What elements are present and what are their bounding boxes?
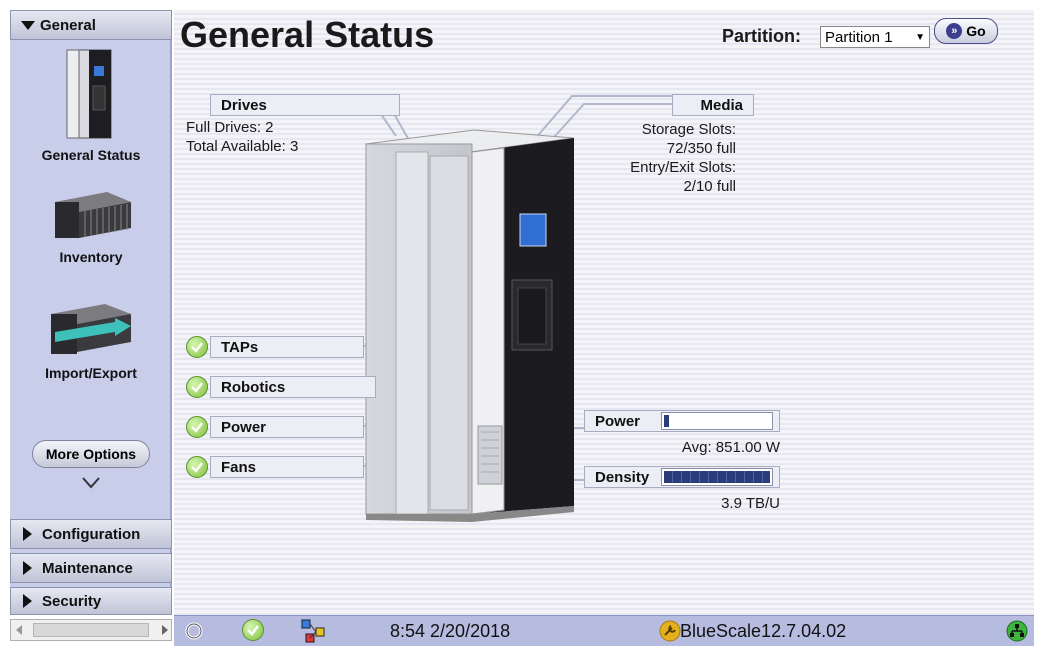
- library-tower-icon: [66, 49, 112, 139]
- import-export-icon: [51, 304, 131, 354]
- general-section-header[interactable]: General: [10, 10, 172, 40]
- scroll-right-arrow-icon[interactable]: [161, 625, 169, 635]
- robotics-ok-check-icon: [186, 376, 208, 398]
- fans-label: Fans: [221, 458, 257, 476]
- library-tower-image: [365, 129, 575, 522]
- expanded-triangle-icon: [21, 20, 35, 30]
- configuration-section-header[interactable]: Configuration: [10, 519, 172, 549]
- chevron-down-icon[interactable]: [81, 476, 101, 490]
- sidebar-item-label: Import/Export: [45, 365, 137, 381]
- collapsed-triangle-icon: [23, 527, 32, 541]
- system-ok-check-icon[interactable]: [242, 619, 264, 641]
- power-gauge-bar: [661, 412, 773, 430]
- sidebar-item-label: Inventory: [59, 249, 123, 265]
- configuration-section-label: Configuration: [42, 525, 141, 543]
- entry-exit-slots-label: Entry/Exit Slots:: [630, 159, 736, 176]
- sidebar-item-general-status[interactable]: General Status: [10, 46, 172, 163]
- main-panel: General Status Partition: Partition 1 ▼ …: [174, 10, 1034, 615]
- sidebar: General General Status Inventory Import/…: [10, 10, 172, 615]
- drives-label: Drives: [221, 96, 267, 114]
- status-bar: 8:54 2/20/2018 BlueScale12.7.04.02: [174, 615, 1034, 646]
- media-label: Media: [700, 96, 743, 114]
- density-gauge-label: Density: [595, 468, 650, 486]
- version-text: BlueScale12.7.04.02: [680, 621, 847, 641]
- fans-ok-check-icon: [186, 456, 208, 478]
- more-options-label: More Options: [45, 446, 137, 462]
- collapsed-triangle-icon: [23, 561, 32, 575]
- horizontal-scrollbar[interactable]: [10, 619, 172, 641]
- storage-slots-label: Storage Slots:: [641, 121, 736, 138]
- full-drives-text: Full Drives: 2: [186, 119, 274, 136]
- robotics-label-box[interactable]: Robotics: [210, 376, 376, 398]
- network-nodes-icon[interactable]: [300, 618, 330, 644]
- network-status-icon[interactable]: [1006, 620, 1028, 642]
- maintenance-section-label: Maintenance: [42, 559, 133, 577]
- refresh-icon[interactable]: [184, 621, 204, 641]
- tape-cartridges-icon: [55, 192, 131, 238]
- sidebar-item-import-export[interactable]: Import/Export: [10, 298, 172, 381]
- density-gauge-box: Density: [584, 466, 780, 488]
- total-available-text: Total Available: 3: [186, 138, 299, 155]
- general-section-label: General: [40, 16, 96, 34]
- security-section-label: Security: [42, 592, 102, 610]
- power-gauge-fill: [664, 415, 669, 427]
- taps-label-box[interactable]: TAPs: [210, 336, 364, 358]
- power-ok-check-icon: [186, 416, 208, 438]
- power-avg-text: Avg: 851.00 W: [681, 439, 780, 456]
- fans-label-box[interactable]: Fans: [210, 456, 364, 478]
- more-options-button[interactable]: More Options: [32, 440, 150, 468]
- storage-slots-value: 72/350 full: [666, 140, 736, 157]
- scroll-left-arrow-icon[interactable]: [15, 625, 23, 635]
- scroll-thumb[interactable]: [33, 623, 149, 637]
- datetime-text: 8:54 2/20/2018: [390, 621, 511, 641]
- power-label-box[interactable]: Power: [210, 416, 364, 438]
- drives-label-box: Drives: [210, 94, 400, 116]
- wrench-icon[interactable]: [659, 620, 681, 642]
- density-value-text: 3.9 TB/U: [721, 495, 780, 512]
- security-section-header[interactable]: Security: [10, 587, 172, 615]
- power-gauge-box: Power: [584, 410, 780, 432]
- density-gauge-bar: [661, 468, 773, 486]
- app-frame: General General Status Inventory Import/…: [0, 0, 1044, 650]
- entry-exit-slots-value: 2/10 full: [683, 178, 736, 195]
- sidebar-item-inventory[interactable]: Inventory: [10, 188, 172, 265]
- taps-ok-check-icon: [186, 336, 208, 358]
- density-gauge-fill: [664, 471, 770, 483]
- collapsed-triangle-icon: [23, 594, 32, 608]
- power-gauge-label: Power: [595, 412, 641, 430]
- robotics-label: Robotics: [221, 378, 286, 396]
- media-label-box: Media: [672, 94, 754, 116]
- sidebar-item-label: General Status: [41, 147, 141, 163]
- taps-label: TAPs: [221, 338, 259, 356]
- power-status-label: Power: [221, 418, 267, 436]
- maintenance-section-header[interactable]: Maintenance: [10, 553, 172, 583]
